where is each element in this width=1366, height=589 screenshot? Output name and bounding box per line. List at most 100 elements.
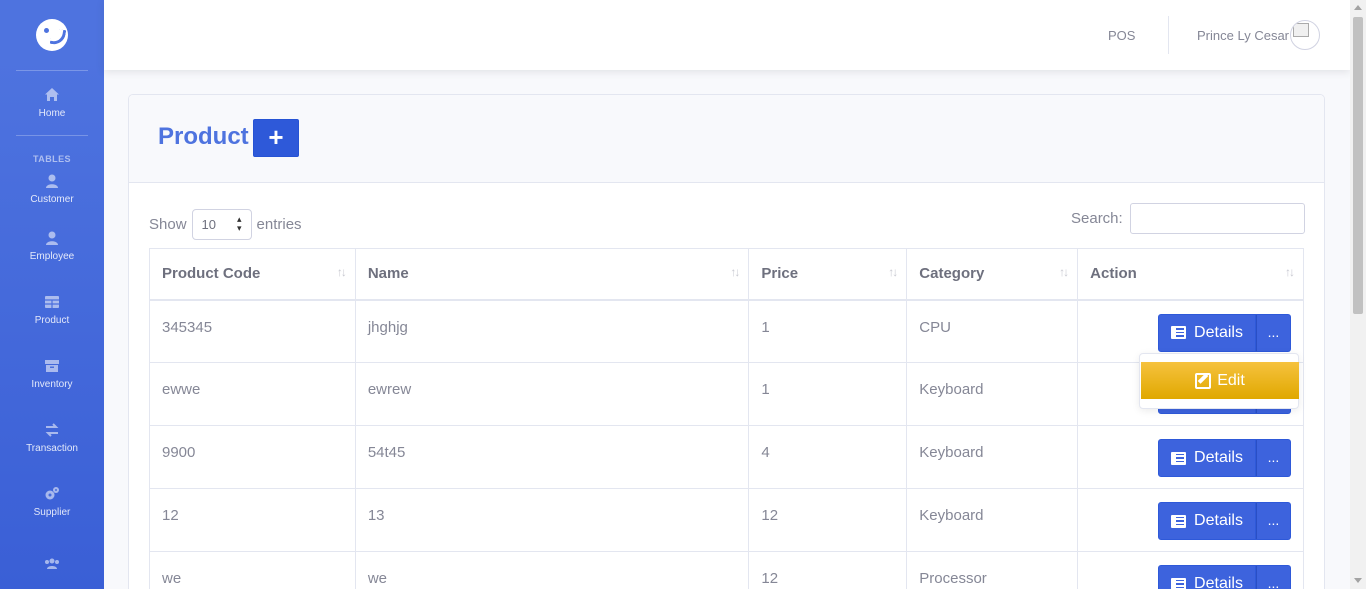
user-name[interactable]: Prince Ly Cesar <box>1197 28 1289 43</box>
table-row: ewweewrew1KeyboardDetails... <box>149 362 1304 426</box>
entries-select[interactable]: 10 <box>191 209 252 240</box>
table-header-row: Product Code ↑↓ Name ↑↓ Price ↑↓ Category ↑↓… <box>149 248 1304 301</box>
sidebar-item-inventory[interactable]: Inventory <box>0 342 104 406</box>
cell-name: 13 <box>354 488 750 552</box>
list-icon <box>1171 514 1187 528</box>
sidebar-item-customer[interactable]: Customer <box>0 164 104 214</box>
sort-icon: ↑↓ <box>730 265 740 279</box>
sidebar-heading: TABLES <box>32 154 72 164</box>
table-search: Search: <box>1071 203 1305 234</box>
more-actions-button[interactable]: ... <box>1256 502 1291 540</box>
entries-label: entries <box>256 216 302 233</box>
cell-category: CPU <box>906 299 1079 363</box>
cell-action: Details... <box>1077 425 1304 489</box>
cell-price: 12 <box>748 488 908 552</box>
sidebar-item-supplier[interactable]: Supplier <box>0 470 104 534</box>
column-header-action[interactable]: Action ↑↓ <box>1077 248 1304 301</box>
topbar: POS Prince Ly Cesar <box>104 0 1350 70</box>
cell-action: Details... <box>1077 488 1304 552</box>
column-header-label: Price <box>761 265 799 282</box>
column-header-price[interactable]: Price ↑↓ <box>748 248 908 301</box>
list-icon <box>1171 451 1187 465</box>
sidebar-item-employee[interactable]: Employee <box>0 214 104 278</box>
column-header-label: Action <box>1090 265 1137 282</box>
column-header-category[interactable]: Category ↑↓ <box>906 248 1079 301</box>
cell-name: 54t45 <box>354 425 750 489</box>
users-icon <box>45 558 59 569</box>
table-row: 345345 jhghjg 1 CPU Details... <box>149 299 1304 363</box>
cell-code: 9900 <box>149 425 356 489</box>
table-row: 9900 54t45 4 Keyboard Details... <box>149 425 1304 489</box>
action-button-group: Details... <box>1158 502 1291 540</box>
cell-category: Processor <box>906 551 1079 589</box>
sort-icon: ↑↓ <box>336 265 347 279</box>
more-actions-button[interactable]: ... <box>1256 565 1291 589</box>
details-label: Details <box>1194 323 1243 341</box>
product-table: Product Code ↑↓ Name ↑↓ Price ↑↓ Category ↑↓… <box>149 248 1304 589</box>
plus-icon: + <box>268 121 284 152</box>
details-button[interactable]: Details <box>1158 502 1256 540</box>
list-icon <box>1171 577 1187 589</box>
scroll-down-arrow-icon[interactable] <box>1354 578 1362 583</box>
page-scrollbar[interactable] <box>1350 0 1366 589</box>
product-card: Product + Show 10 entries Search: Produc… <box>128 94 1325 589</box>
cogs-icon <box>45 487 59 500</box>
search-input[interactable] <box>1129 203 1305 234</box>
pos-link[interactable]: POS <box>1108 28 1135 43</box>
user-icon <box>46 174 58 188</box>
sidebar-item-label: Transaction <box>26 443 78 454</box>
topbar-divider <box>1168 16 1169 54</box>
sidebar-item-label: Inventory <box>31 379 73 390</box>
action-button-group: Details... <box>1158 439 1291 477</box>
cell-price: 12 <box>748 551 908 589</box>
entries-length: Show 10 entries <box>149 209 302 240</box>
details-label: Details <box>1194 449 1243 466</box>
sidebar-item-users[interactable] <box>0 534 104 589</box>
more-actions-button[interactable]: ... <box>1256 439 1291 477</box>
details-label: Details <box>1194 512 1243 529</box>
sort-icon: ↑↓ <box>1285 265 1295 279</box>
sidebar-item-label: Customer <box>30 194 74 205</box>
avatar[interactable] <box>1290 20 1320 50</box>
page-title: Product <box>158 123 249 150</box>
entries-value: 10 <box>201 217 216 232</box>
sidebar-divider <box>16 135 88 136</box>
edit-icon <box>1195 372 1212 389</box>
list-icon <box>1171 326 1187 339</box>
sort-asc-icon: ↑↓ <box>888 265 898 279</box>
cell-code: ewwe <box>149 362 356 426</box>
add-product-button[interactable]: + <box>253 119 299 157</box>
details-button[interactable]: Details <box>1158 313 1256 352</box>
sidebar-item-transaction[interactable]: Transaction <box>0 406 104 470</box>
cell-code: 12 <box>149 488 356 552</box>
cell-category: Keyboard <box>906 488 1079 552</box>
more-actions-button[interactable]: ... <box>1256 313 1291 352</box>
sidebar-item-label: Employee <box>29 251 75 262</box>
sidebar: Home TABLES Customer Employee Product In… <box>0 0 104 589</box>
action-button-group: Details... <box>1158 565 1291 589</box>
scroll-up-arrow-icon[interactable] <box>1354 5 1362 10</box>
cell-price: 1 <box>748 299 908 363</box>
edit-button[interactable]: Edit <box>1141 362 1299 399</box>
cell-action: Details... <box>1077 551 1304 589</box>
cell-code: 345345 <box>149 299 356 363</box>
exchange-icon <box>45 423 59 437</box>
column-header-label: Product Code <box>162 265 261 282</box>
sidebar-item-label: Supplier <box>33 507 71 518</box>
details-button[interactable]: Details <box>1158 439 1256 477</box>
cell-name: jhghjg <box>354 299 750 363</box>
column-header-label: Category <box>919 265 985 282</box>
sidebar-item-product[interactable]: Product <box>0 278 104 342</box>
table-row: 12 13 12 Keyboard Details... <box>149 488 1304 552</box>
card-header: Product + <box>129 95 1324 183</box>
column-header-name[interactable]: Name ↑↓ <box>354 248 750 301</box>
scroll-thumb[interactable] <box>1353 17 1363 314</box>
sidebar-item-home[interactable]: Home <box>0 71 104 135</box>
table-row: we we 12 Processor Details... <box>149 551 1304 589</box>
brand[interactable] <box>0 0 104 70</box>
column-header-product-code[interactable]: Product Code ↑↓ <box>149 248 356 301</box>
sidebar-item-label: Home <box>38 108 66 119</box>
table-icon <box>45 296 59 308</box>
details-button[interactable]: Details <box>1158 565 1256 589</box>
cell-price: 4 <box>748 425 908 489</box>
